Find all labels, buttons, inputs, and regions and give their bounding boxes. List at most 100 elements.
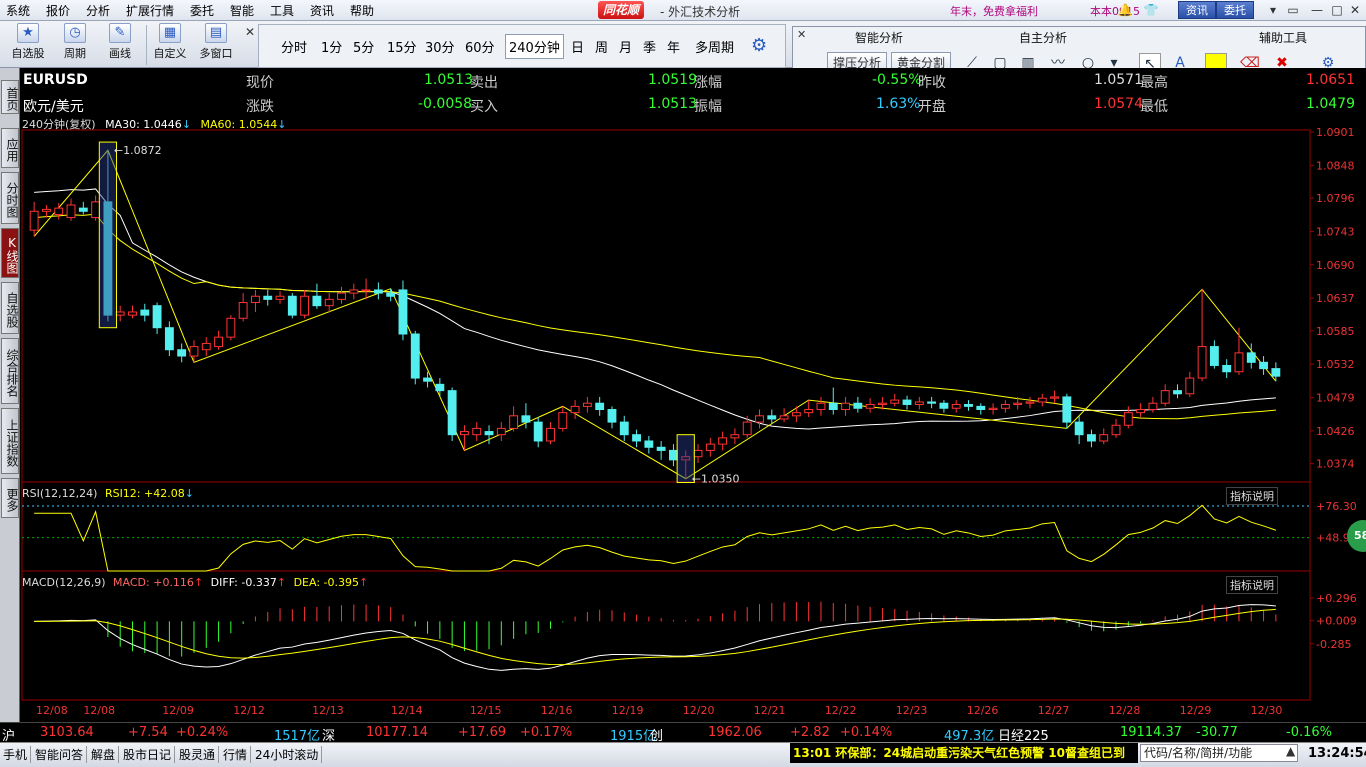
candle-up [91,201,101,219]
window-restore-icon[interactable]: ▭ [1282,2,1304,19]
period-tab[interactable]: 多周期 [695,37,734,56]
tab-timeshare[interactable]: 分时图 [1,172,19,224]
gear-icon[interactable]: ⚙ [751,35,767,56]
candle-up [472,427,482,436]
candle-down [398,289,408,335]
trade-button[interactable]: 委托 [1216,1,1254,19]
menu-item-trade[interactable]: 委托 [190,2,214,19]
shirt-icon[interactable]: 👕 [1140,2,1162,19]
menu-item-quote[interactable]: 报价 [46,2,70,19]
candle-down [939,402,949,409]
menu-item-help[interactable]: 帮助 [350,2,374,19]
period-tab[interactable]: 分时 [281,37,307,56]
period-button[interactable]: ◷ 周期 [55,23,95,61]
toolbar-divider [146,25,147,65]
kline-chart[interactable]: 1.0901 1.0848 1.0796 1.0743 1.0690 1.0637 1.05… [20,116,1366,740]
candle-up [742,421,752,436]
candle-up [29,210,39,231]
menu-item-ext-quote[interactable]: 扩展行情 [126,2,174,19]
period-tab[interactable]: 30分 [425,37,455,56]
date-tick-label: 12/15 [470,704,502,717]
news-24h-button[interactable]: 24小时滚动 [252,746,323,763]
tab-ranking[interactable]: 综合排名 [1,338,19,404]
period-tab[interactable]: 日 [571,37,584,56]
smart-analysis-header[interactable]: 智能分析 [855,29,903,46]
menu-item-smart[interactable]: 智能 [230,2,254,19]
candle-down [312,295,322,307]
quote-label: 涨跌 [246,99,274,115]
chevron-up-icon[interactable]: ▲ [1286,744,1295,758]
tab-apps[interactable]: 应用 [1,128,19,168]
quote-label: 开盘 [918,99,946,115]
close-icon[interactable]: ✕ [245,25,255,39]
close-icon[interactable]: ✕ [1344,2,1366,19]
side-tabs: 首页 应用 分时图 K线图 自选股 综合排名 上证指数 更多 [0,68,20,740]
market-button[interactable]: 行情 [220,746,252,763]
bell-icon[interactable]: 🔔 [1114,2,1136,19]
self-analysis-header[interactable]: 自主分析 [1019,29,1067,46]
menu-item-tools[interactable]: 工具 [270,2,294,19]
period-tab[interactable]: 年 [667,37,680,56]
quote-value: 1.0519 [648,72,697,88]
period-tab[interactable]: 周 [595,37,608,56]
period-tab[interactable]: 60分 [465,37,495,56]
close-icon[interactable]: ✕ [797,28,806,41]
period-tab[interactable]: 月 [619,37,632,56]
tab-watchlist[interactable]: 自选股 [1,282,19,334]
watchlist-button[interactable]: ★ 自选股 [8,23,48,61]
diary-button[interactable]: 股市日记 [120,746,176,763]
candle-up [189,346,199,357]
candle-up [1234,352,1244,373]
date-tick-label: 12/23 [896,704,928,717]
date-tick-label: 12/12 [233,704,265,717]
search-input[interactable]: 代码/名称/简拼/功能 [1140,744,1298,762]
draw-line-button[interactable]: ✎ 画线 [100,23,140,61]
tab-home[interactable]: 首页 [1,80,19,114]
period-tab[interactable]: 15分 [387,37,417,56]
candle-up [570,405,580,414]
date-tick-label: 12/13 [312,704,344,717]
mobile-button[interactable]: 手机 [0,746,32,763]
candle-up [1148,402,1158,411]
promo-link[interactable]: 年末，免费拿福利 [950,3,1038,19]
tab-more[interactable]: 更多 [1,478,19,518]
candle-down [644,440,654,448]
stock-genie-button[interactable]: 股灵通 [176,746,220,763]
aux-tools-header[interactable]: 辅助工具 [1259,29,1307,46]
date-tick-label: 12/30 [1251,704,1283,717]
date-tick-label: 12/27 [1038,704,1070,717]
candle-up [582,402,592,407]
minimize-icon[interactable]: — [1306,2,1328,19]
candle-down [287,295,297,316]
custom-button[interactable]: ▦ 自定义 [150,23,190,61]
tab-sh-index[interactable]: 上证指数 [1,408,19,474]
up-arrow-icon: ↑ [193,576,204,589]
menu-item-system[interactable]: 系统 [6,2,30,19]
rsi-panel: +76.30+48.93 [22,500,1357,572]
period-tab-selected[interactable]: 240分钟 [505,34,564,59]
multi-window-button[interactable]: ▤ 多窗口 [194,23,238,61]
date-tick-label: 12/20 [683,704,715,717]
indicator-help-button[interactable]: 指标说明 [1226,576,1278,594]
period-tab[interactable]: 1分 [321,37,342,56]
candle-down [964,403,973,407]
menu-item-analysis[interactable]: 分析 [86,2,110,19]
menu-item-news[interactable]: 资讯 [310,2,334,19]
index-value: -30.77 [1196,725,1238,740]
news-ticker[interactable]: 13:01 环保部：24城启动重污染天气红色预警 10督查组已到 [790,743,1138,763]
period-tab[interactable]: 季 [643,37,656,56]
period-tab[interactable]: 5分 [353,37,374,56]
analysis-button[interactable]: 解盘 [88,746,120,763]
candle-down [533,421,543,442]
indicator-help-button[interactable]: 指标说明 [1226,487,1278,505]
candle-up [460,431,469,436]
diff-line [34,604,1276,671]
news-button[interactable]: 资讯 [1178,1,1216,19]
index-value: 10177.14 [366,725,429,740]
chevron-down-icon[interactable]: ▾ [1262,2,1284,19]
tab-kline[interactable]: K线图 [1,228,19,278]
date-tick-label: 12/21 [754,704,786,717]
down-arrow-icon: ↓ [181,118,192,131]
smart-qa-button[interactable]: 智能问答 [32,746,88,763]
candle-down [853,402,863,409]
